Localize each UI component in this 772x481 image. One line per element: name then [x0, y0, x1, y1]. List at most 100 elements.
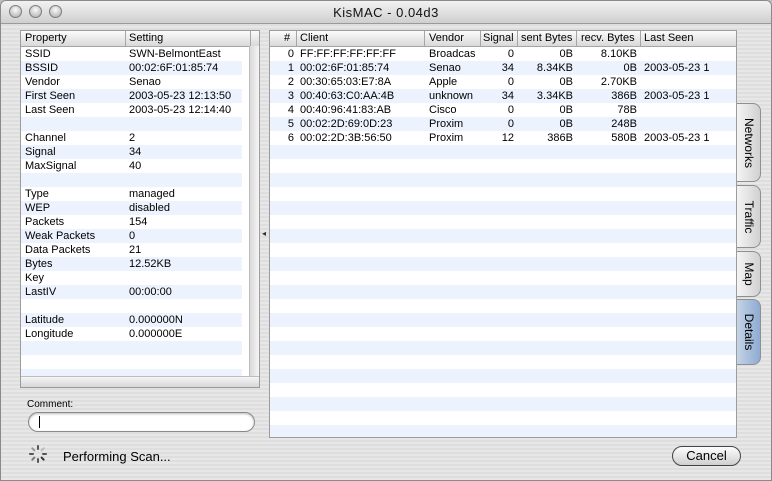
details-row[interactable]: Weak Packets 0 [21, 229, 242, 243]
client-row[interactable] [270, 215, 736, 229]
client-row[interactable] [270, 257, 736, 271]
details-row[interactable]: Data Packets 21 [21, 243, 242, 257]
tab-networks[interactable]: Networks [737, 103, 761, 182]
client-row[interactable] [270, 159, 736, 173]
property-cell: Packets [25, 216, 65, 228]
details-row[interactable]: Signal 34 [21, 145, 242, 159]
recv-bytes-column-header[interactable]: recv. Bytes [581, 32, 635, 44]
client-row[interactable]: 1 00:02:6F:01:85:74 Senao 34 8.34KB 0B 2003-05… [270, 61, 736, 75]
vendor-column-header[interactable]: Vendor [429, 32, 464, 44]
vendor-cell: Broadcas [429, 48, 476, 60]
index-cell: 5 [287, 118, 294, 130]
details-row[interactable] [21, 341, 242, 355]
details-row[interactable]: First Seen 2003-05-23 12:13:50 [21, 89, 242, 103]
details-row[interactable]: Latitude 0.000000N [21, 313, 242, 327]
client-row[interactable]: 2 00:30:65:03:E7:8A Apple 0 0B 2.70KB [270, 75, 736, 89]
client-cell: 00:02:6F:01:85:74 [300, 62, 390, 74]
details-row[interactable]: LastIV 00:00:00 [21, 285, 242, 299]
details-table[interactable]: Property Setting SSID SWN-BelmontEast BSSI… [20, 30, 260, 388]
index-cell: 1 [287, 62, 294, 74]
client-row[interactable]: 3 00:40:63:C0:AA:4B unknown 34 3.34KB 386B 200… [270, 89, 736, 103]
client-row[interactable] [270, 145, 736, 159]
client-row[interactable]: 6 00:02:2D:3B:56:50 Proxim 12 386B 580B 2003-0… [270, 131, 736, 145]
tab-traffic[interactable]: Traffic [737, 185, 761, 248]
clients-table[interactable]: # Client Vendor Signal sent Bytes recv. … [269, 30, 737, 438]
client-column-header[interactable]: Client [300, 32, 328, 44]
client-cell: FF:FF:FF:FF:FF:FF [300, 48, 396, 60]
property-cell: SSID [25, 48, 51, 60]
details-row[interactable] [21, 173, 242, 187]
property-cell: MaxSignal [25, 160, 77, 172]
client-row[interactable] [270, 173, 736, 187]
client-row[interactable] [270, 383, 736, 397]
client-row[interactable] [270, 271, 736, 285]
client-cell: 00:40:96:41:83:AB [300, 104, 392, 116]
client-row[interactable] [270, 201, 736, 215]
setting-cell: disabled [129, 202, 170, 214]
client-row[interactable] [270, 187, 736, 201]
title-bar[interactable]: KisMAC - 0.04d3 [1, 1, 771, 24]
client-row[interactable] [270, 313, 736, 327]
details-vertical-scrollbar[interactable] [249, 46, 259, 377]
client-row[interactable] [270, 355, 736, 369]
client-row[interactable] [270, 327, 736, 341]
details-row[interactable]: Key [21, 271, 242, 285]
cancel-button[interactable]: Cancel [672, 446, 741, 466]
details-row[interactable] [21, 117, 242, 131]
sent-bytes-column-header[interactable]: sent Bytes [521, 32, 572, 44]
details-row[interactable]: Last Seen 2003-05-23 12:14:40 [21, 103, 242, 117]
last-seen-column-header[interactable]: Last Seen [644, 32, 694, 44]
client-row[interactable]: 0 FF:FF:FF:FF:FF:FF Broadcas 0 0B 8.10KB [270, 47, 736, 61]
tab-map[interactable]: Map [737, 251, 761, 297]
client-row[interactable] [270, 299, 736, 313]
last-seen-cell: 2003-05-23 1 [644, 90, 710, 102]
details-row[interactable]: Type managed [21, 187, 242, 201]
vendor-cell: Cisco [429, 104, 457, 116]
last-seen-cell: 2003-05-23 1 [644, 132, 710, 144]
property-cell: Vendor [25, 76, 60, 88]
details-row[interactable]: Bytes 12.52KB [21, 257, 242, 271]
property-cell: Bytes [25, 258, 53, 270]
sent-bytes-cell: 386B [547, 132, 573, 144]
split-view-handle-icon[interactable]: ◂ [262, 229, 266, 238]
details-row[interactable]: Longitude 0.000000E [21, 327, 242, 341]
details-row[interactable]: BSSID 00:02:6F:01:85:74 [21, 61, 242, 75]
index-column-header[interactable]: # [284, 32, 290, 44]
client-row[interactable] [270, 425, 736, 437]
client-cell: 00:02:2D:69:0D:23 [300, 118, 393, 130]
client-row[interactable] [270, 397, 736, 411]
details-row[interactable] [21, 355, 242, 369]
tab-networks-label: Networks [741, 117, 756, 168]
comment-field[interactable] [28, 412, 255, 432]
client-row[interactable] [270, 285, 736, 299]
client-row[interactable] [270, 243, 736, 257]
vendor-cell: Senao [429, 62, 461, 74]
client-cell: 00:40:63:C0:AA:4B [300, 90, 395, 102]
details-row[interactable]: WEP disabled [21, 201, 242, 215]
sent-bytes-cell: 0B [559, 118, 573, 130]
client-cell: 00:02:2D:3B:56:50 [300, 132, 392, 144]
property-column-header[interactable]: Property [25, 32, 67, 44]
client-row[interactable] [270, 229, 736, 243]
details-horizontal-scrollbar[interactable] [21, 376, 259, 387]
details-row[interactable]: Vendor Senao [21, 75, 242, 89]
client-row[interactable]: 5 00:02:2D:69:0D:23 Proxim 0 0B 248B [270, 117, 736, 131]
setting-cell: SWN-BelmontEast [129, 48, 221, 60]
client-row[interactable]: 4 00:40:96:41:83:AB Cisco 0 0B 78B [270, 103, 736, 117]
tab-details[interactable]: Details [737, 299, 761, 365]
details-row[interactable]: Channel 2 [21, 131, 242, 145]
details-row[interactable] [21, 299, 242, 313]
setting-column-header[interactable]: Setting [129, 32, 163, 44]
sent-bytes-cell: 3.34KB [536, 90, 573, 102]
client-row[interactable] [270, 369, 736, 383]
setting-cell: 00:02:6F:01:85:74 [129, 62, 219, 74]
client-row[interactable] [270, 411, 736, 425]
details-row[interactable]: Packets 154 [21, 215, 242, 229]
signal-column-header[interactable]: Signal [483, 32, 514, 44]
sent-bytes-cell: 0B [559, 104, 573, 116]
property-cell: WEP [25, 202, 51, 214]
client-row[interactable] [270, 341, 736, 355]
signal-cell: 0 [507, 48, 514, 60]
details-row[interactable]: MaxSignal 40 [21, 159, 242, 173]
details-row[interactable]: SSID SWN-BelmontEast [21, 47, 242, 61]
